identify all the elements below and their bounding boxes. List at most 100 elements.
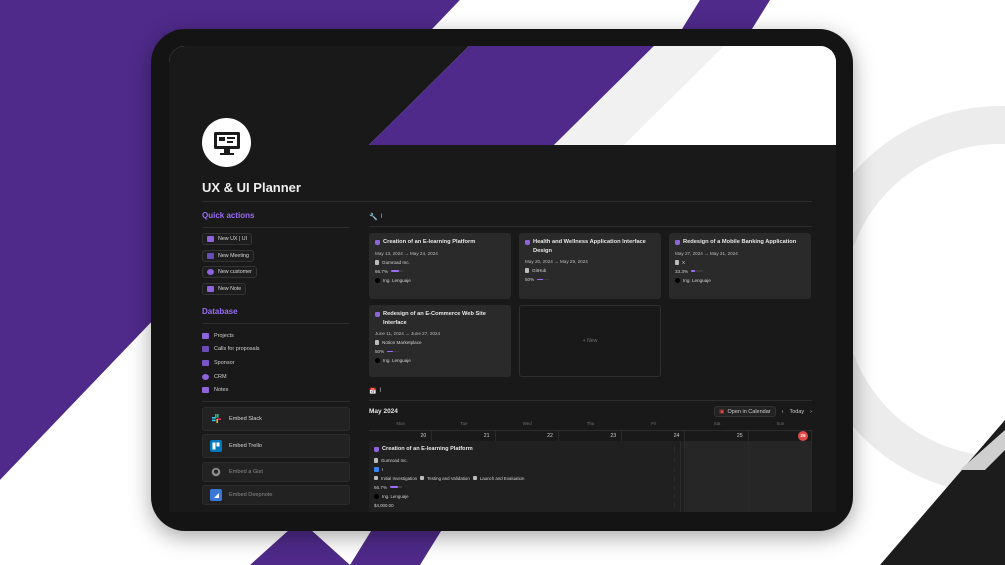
progress-text: 50% xyxy=(375,349,385,354)
project-card[interactable]: Redesign of an E-Commerce Web Site Inter… xyxy=(369,305,511,377)
progress-text: 66.7% xyxy=(374,484,388,490)
today-button[interactable]: Today xyxy=(789,409,804,415)
owner-text: Ing. Lenguaje xyxy=(383,277,411,283)
calendar-icon: 📅 xyxy=(369,388,377,395)
weekday-label: Tue xyxy=(460,421,468,426)
event-progress: 66.7% xyxy=(374,484,675,490)
event-owner: Ing. Lenguaje xyxy=(374,493,675,499)
user-circle-icon xyxy=(207,269,214,275)
open-in-calendar-button[interactable]: ▣ Open in Calendar xyxy=(714,406,776,417)
day-number[interactable]: 24 xyxy=(622,431,686,441)
db-item-sponsor[interactable]: Sponsor xyxy=(202,356,350,370)
calendar-month: May 2024 xyxy=(369,408,398,415)
project-card[interactable]: Redesign of a Mobile Banking Application… xyxy=(669,233,811,299)
db-item-crm[interactable]: CRM xyxy=(202,370,350,384)
day-cell[interactable] xyxy=(685,441,749,512)
building-icon xyxy=(525,268,529,273)
progress-bar xyxy=(391,270,404,272)
card-client: X xyxy=(675,259,805,265)
client-text: Gumroad Inc. xyxy=(382,259,410,265)
day-number[interactable]: 20 xyxy=(369,431,433,441)
day-number[interactable]: 22 xyxy=(496,431,559,441)
embed-gist[interactable]: Embed a Gist xyxy=(202,461,350,482)
embed-label: Embed Trello xyxy=(229,443,262,450)
embed-label: Embed Slack xyxy=(229,415,262,422)
weekday-label: Wed xyxy=(522,421,532,426)
db-item-label: Notes xyxy=(214,387,229,394)
day-number[interactable]: 21 xyxy=(432,431,496,441)
shield-icon xyxy=(374,476,378,480)
card-title-text: Creation of an E-learning Platform xyxy=(383,239,476,245)
computer-icon[interactable] xyxy=(202,118,251,167)
project-card[interactable]: Creation of an E-learning Platform May 1… xyxy=(369,233,511,299)
new-note-button[interactable]: New Note xyxy=(202,282,247,295)
weekday-label: Sat xyxy=(713,421,721,426)
gallery-grid: Creation of an E-learning Platform May 1… xyxy=(369,233,812,377)
button-label: New customer xyxy=(218,269,252,275)
card-progress: 66.7% xyxy=(375,269,505,274)
new-ux-ui-button[interactable]: New UX | UI xyxy=(202,233,253,245)
note-icon xyxy=(207,285,214,292)
checkbox-icon[interactable] xyxy=(374,466,379,472)
card-progress: 50% xyxy=(375,349,505,354)
card-title: Health and Wellness Application Interfac… xyxy=(525,238,655,255)
embed-slack[interactable]: Embed Slack xyxy=(202,406,350,431)
card-client: Notion Marketplace xyxy=(375,340,505,345)
db-item-label: Projects xyxy=(214,332,234,339)
new-card-button[interactable]: + New xyxy=(519,305,661,377)
client-text: X xyxy=(682,259,686,265)
embed-label: Embed a Gist xyxy=(229,468,263,475)
shield-icon xyxy=(374,446,379,452)
avatar xyxy=(374,493,379,499)
card-owner: Ing. Lenguaje xyxy=(375,358,505,363)
card-title-text: Redesign of a Mobile Banking Application xyxy=(683,239,797,245)
calendar-week: Creation of an E-learning Platform Gumro… xyxy=(369,441,812,512)
event-title: Creation of an E-learning Platform xyxy=(374,445,675,454)
day-number-today[interactable]: 26 xyxy=(749,431,812,441)
card-dates: May 13, 2024 → May 24, 2024 xyxy=(375,250,438,256)
button-label: New UX | UI xyxy=(218,236,248,242)
divider xyxy=(202,323,350,324)
day-number[interactable]: 23 xyxy=(559,431,623,441)
shield-icon xyxy=(375,239,380,245)
calendar-view-tab[interactable]: 📅 I xyxy=(369,385,812,397)
shield-icon xyxy=(420,476,425,480)
divider xyxy=(202,400,350,402)
divider xyxy=(369,400,812,401)
gallery-view-tab[interactable]: 🔧 I xyxy=(369,211,812,223)
view-tab-label: I xyxy=(380,214,383,220)
card-dates: May 20, 2024 → May 29, 2024 xyxy=(525,259,588,264)
day-cell[interactable] xyxy=(748,441,812,512)
people-icon xyxy=(207,252,214,259)
right-column: 🔧 I Creation of an E-learning Platform M… xyxy=(369,211,812,512)
db-item-notes[interactable]: Notes xyxy=(202,383,350,397)
day-number[interactable]: 25 xyxy=(685,431,749,441)
phase-text: Initial Investigation xyxy=(381,475,418,481)
next-arrow-icon[interactable]: › xyxy=(810,409,812,415)
client-text: Notion Marketplace xyxy=(382,340,422,345)
progress-bar xyxy=(390,486,403,488)
event-client: Gumroad Inc. xyxy=(374,457,675,463)
card-title-text: Redesign of an E-Commerce Web Site Inter… xyxy=(383,311,486,326)
prev-arrow-icon[interactable]: ‹ xyxy=(782,409,784,415)
client-text: Gumroad Inc. xyxy=(381,457,408,463)
event-phases: Initial Investigation Testing and Valida… xyxy=(374,475,675,481)
db-item-projects[interactable]: Projects xyxy=(202,329,350,343)
card-title: Redesign of an E-Commerce Web Site Inter… xyxy=(375,310,505,327)
db-item-label: CRM xyxy=(214,373,227,380)
weekday-label: Fri xyxy=(651,421,657,426)
embed-trello[interactable]: Embed Trello xyxy=(202,434,350,459)
calendar-event[interactable]: Creation of an E-learning Platform Gumro… xyxy=(369,441,681,512)
embed-label: Embed Deepnote xyxy=(229,492,273,499)
calendar-header: May 2024 ▣ Open in Calendar ‹ Today › xyxy=(369,406,812,417)
event-title-text: Creation of an E-learning Platform xyxy=(382,446,473,452)
new-customer-button[interactable]: New customer xyxy=(202,266,257,278)
button-label: Open in Calendar xyxy=(727,408,771,415)
database-heading: Database xyxy=(202,307,238,316)
new-meeting-button[interactable]: New Meeting xyxy=(202,249,254,262)
event-amount: $4,000.00 xyxy=(374,502,675,508)
building-icon xyxy=(375,340,379,345)
db-item-calls-for-proposals[interactable]: Calls for proposals xyxy=(202,343,350,357)
project-card[interactable]: Health and Wellness Application Interfac… xyxy=(519,233,661,299)
embed-deepnote[interactable]: Embed Deepnote xyxy=(202,485,350,506)
